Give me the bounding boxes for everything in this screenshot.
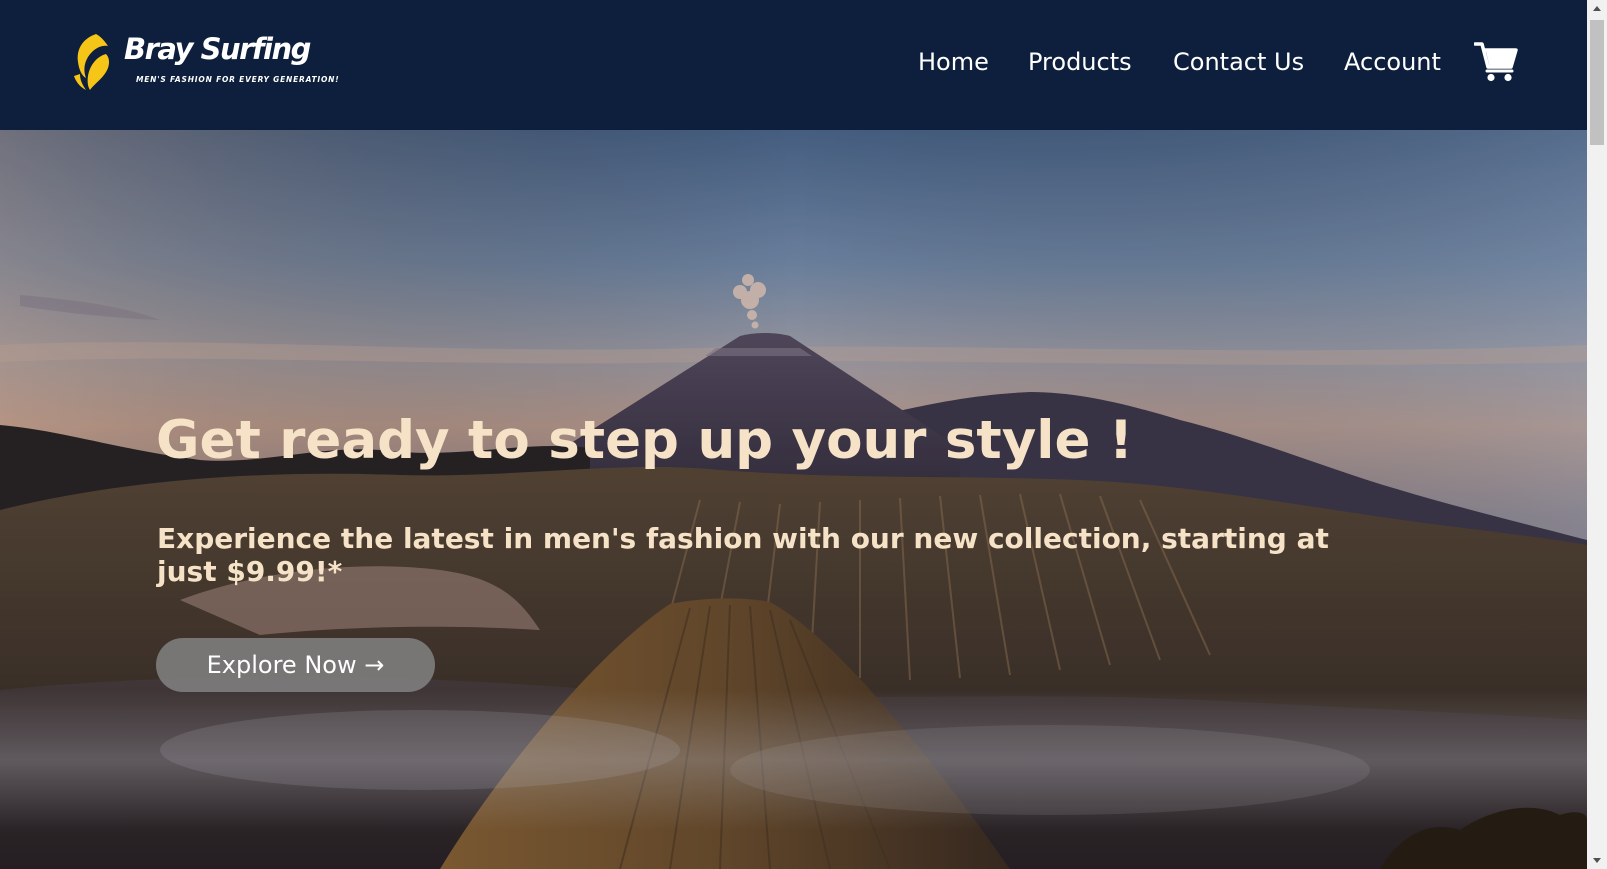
nav-account-link[interactable]: Account <box>1344 48 1441 76</box>
shopping-cart-icon[interactable] <box>1474 40 1518 82</box>
explore-now-button[interactable]: Explore Now → <box>156 638 435 692</box>
nav-home-link[interactable]: Home <box>918 48 989 76</box>
hero-title: Get ready to step up your style ! <box>156 410 1134 471</box>
brand-logo-icon <box>74 34 110 90</box>
hero-subtitle: Experience the latest in men's fashion w… <box>157 522 1329 588</box>
nav-contact-us-link[interactable]: Contact Us <box>1173 48 1304 76</box>
hero-section: Get ready to step up your style ! Experi… <box>0 130 1587 869</box>
page-scrollbar[interactable] <box>1587 0 1607 869</box>
page-viewport: Bray Surfing MEN'S FASHION FOR EVERY GEN… <box>0 0 1587 869</box>
brand-logo[interactable]: Bray Surfing MEN'S FASHION FOR EVERY GEN… <box>70 30 340 94</box>
scrollbar-thumb[interactable] <box>1590 20 1604 145</box>
hero-overlay <box>0 130 1587 869</box>
scroll-down-arrow-icon[interactable] <box>1587 852 1607 869</box>
site-header: Bray Surfing MEN'S FASHION FOR EVERY GEN… <box>0 0 1587 130</box>
nav-products-link[interactable]: Products <box>1028 48 1132 76</box>
scroll-up-arrow-icon[interactable] <box>1587 0 1607 17</box>
brand-tagline: MEN'S FASHION FOR EVERY GENERATION! <box>136 75 340 84</box>
brand-name: Bray Surfing <box>124 32 311 66</box>
